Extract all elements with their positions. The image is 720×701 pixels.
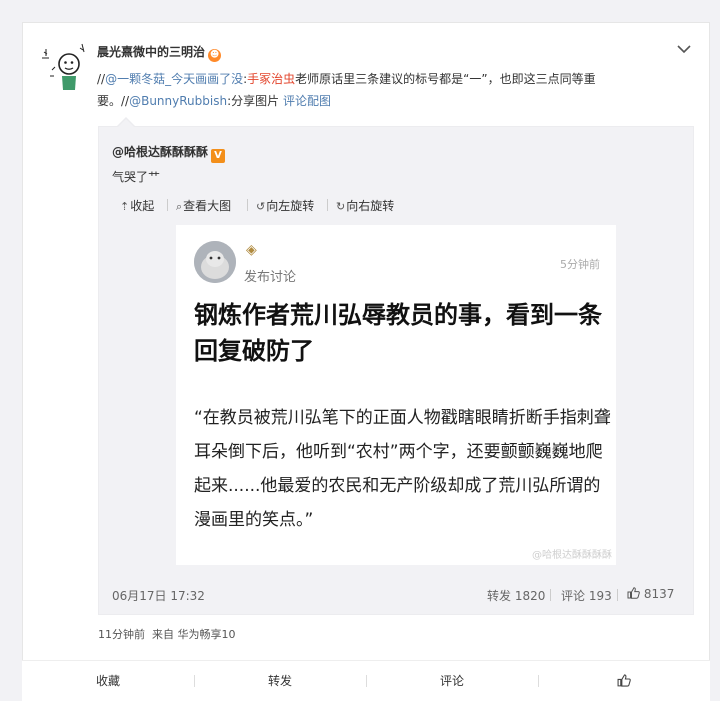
divider — [550, 589, 551, 601]
view-large-button[interactable]: ⌕查看大图 — [176, 197, 231, 214]
favorite-button[interactable]: 收藏 — [22, 661, 194, 701]
rotate-left-icon: ↺ — [256, 200, 266, 213]
post-time[interactable]: 11分钟前 — [98, 628, 145, 641]
divider — [327, 199, 328, 211]
post-meta: 11分钟前 来自 华为畅享10 — [98, 626, 236, 642]
divider — [617, 589, 618, 601]
author-avatar[interactable] — [40, 40, 88, 92]
image-watermark: @哈根达酥酥酥酥 — [532, 550, 612, 561]
post-source[interactable]: 来自 华为畅享10 — [152, 628, 236, 641]
mention-link-2[interactable]: @BunnyRubbish — [129, 94, 227, 108]
repost-button[interactable]: 转发 — [194, 661, 366, 701]
image-sub-label: 发布讨论 — [244, 270, 297, 285]
gem-icon: ◈ — [246, 242, 257, 258]
mention-link[interactable]: @一颗冬菇_今天画画了没 — [105, 72, 243, 86]
thumb-up-icon — [617, 674, 631, 687]
rotate-right-icon: ↻ — [336, 200, 346, 213]
verified-icon: V — [211, 149, 226, 163]
action-bar: 收藏 转发 评论 — [22, 660, 710, 701]
image-time: 5分钟前 — [560, 258, 600, 271]
comment-button[interactable]: 评论 — [366, 661, 538, 701]
divider — [167, 199, 168, 211]
quote-arrow-inner — [118, 119, 134, 127]
post-text: //@一颗冬菇_今天画画了没:手冢治虫老师原话里三条建议的标号都是“一”，也即这… — [97, 72, 596, 108]
like-button[interactable] — [538, 661, 710, 701]
original-comment-link[interactable]: 评论 193 — [561, 587, 612, 604]
highlight-text: 手冢治虫 — [247, 72, 296, 86]
image-body: “在教员被荒川弘笔下的正面人物戳瞎眼睛折断手指刺聋耳朵倒下后，他听到“农村”两个… — [194, 408, 611, 530]
collapse-icon: ⇡ — [120, 200, 130, 213]
image-avatar — [194, 241, 236, 283]
divider — [247, 199, 248, 211]
comment-pic-link[interactable]: 评论配图 — [283, 94, 331, 108]
thumb-up-icon — [627, 587, 640, 599]
chevron-down-icon[interactable] — [677, 44, 691, 54]
post-image[interactable]: ◈ 发布讨论 5分钟前 钢炼作者荒川弘辱教员的事，看到一条回复破防了 “在教员被… — [176, 225, 616, 565]
image-title: 钢炼作者荒川弘辱教员的事，看到一条回复破防了 — [194, 301, 602, 365]
rotate-right-button[interactable]: ↻向右旋转 — [336, 197, 394, 214]
original-date[interactable]: 06月17日 17:32 — [112, 587, 205, 604]
zoom-icon: ⌕ — [176, 200, 183, 213]
collapse-button[interactable]: ⇡收起 — [120, 197, 154, 214]
original-repost-link[interactable]: 转发 1820 — [487, 587, 545, 604]
member-badge-icon: ☻ — [208, 49, 222, 62]
rotate-left-button[interactable]: ↺向左旋转 — [256, 197, 314, 214]
original-text: 气哭了艹 — [112, 170, 161, 184]
original-like-button[interactable]: 8137 — [627, 587, 674, 601]
original-author[interactable]: @哈根达酥酥酥酥 V — [112, 143, 226, 163]
author-name[interactable]: 晨光熹微中的三明治 ☻ — [97, 43, 222, 62]
